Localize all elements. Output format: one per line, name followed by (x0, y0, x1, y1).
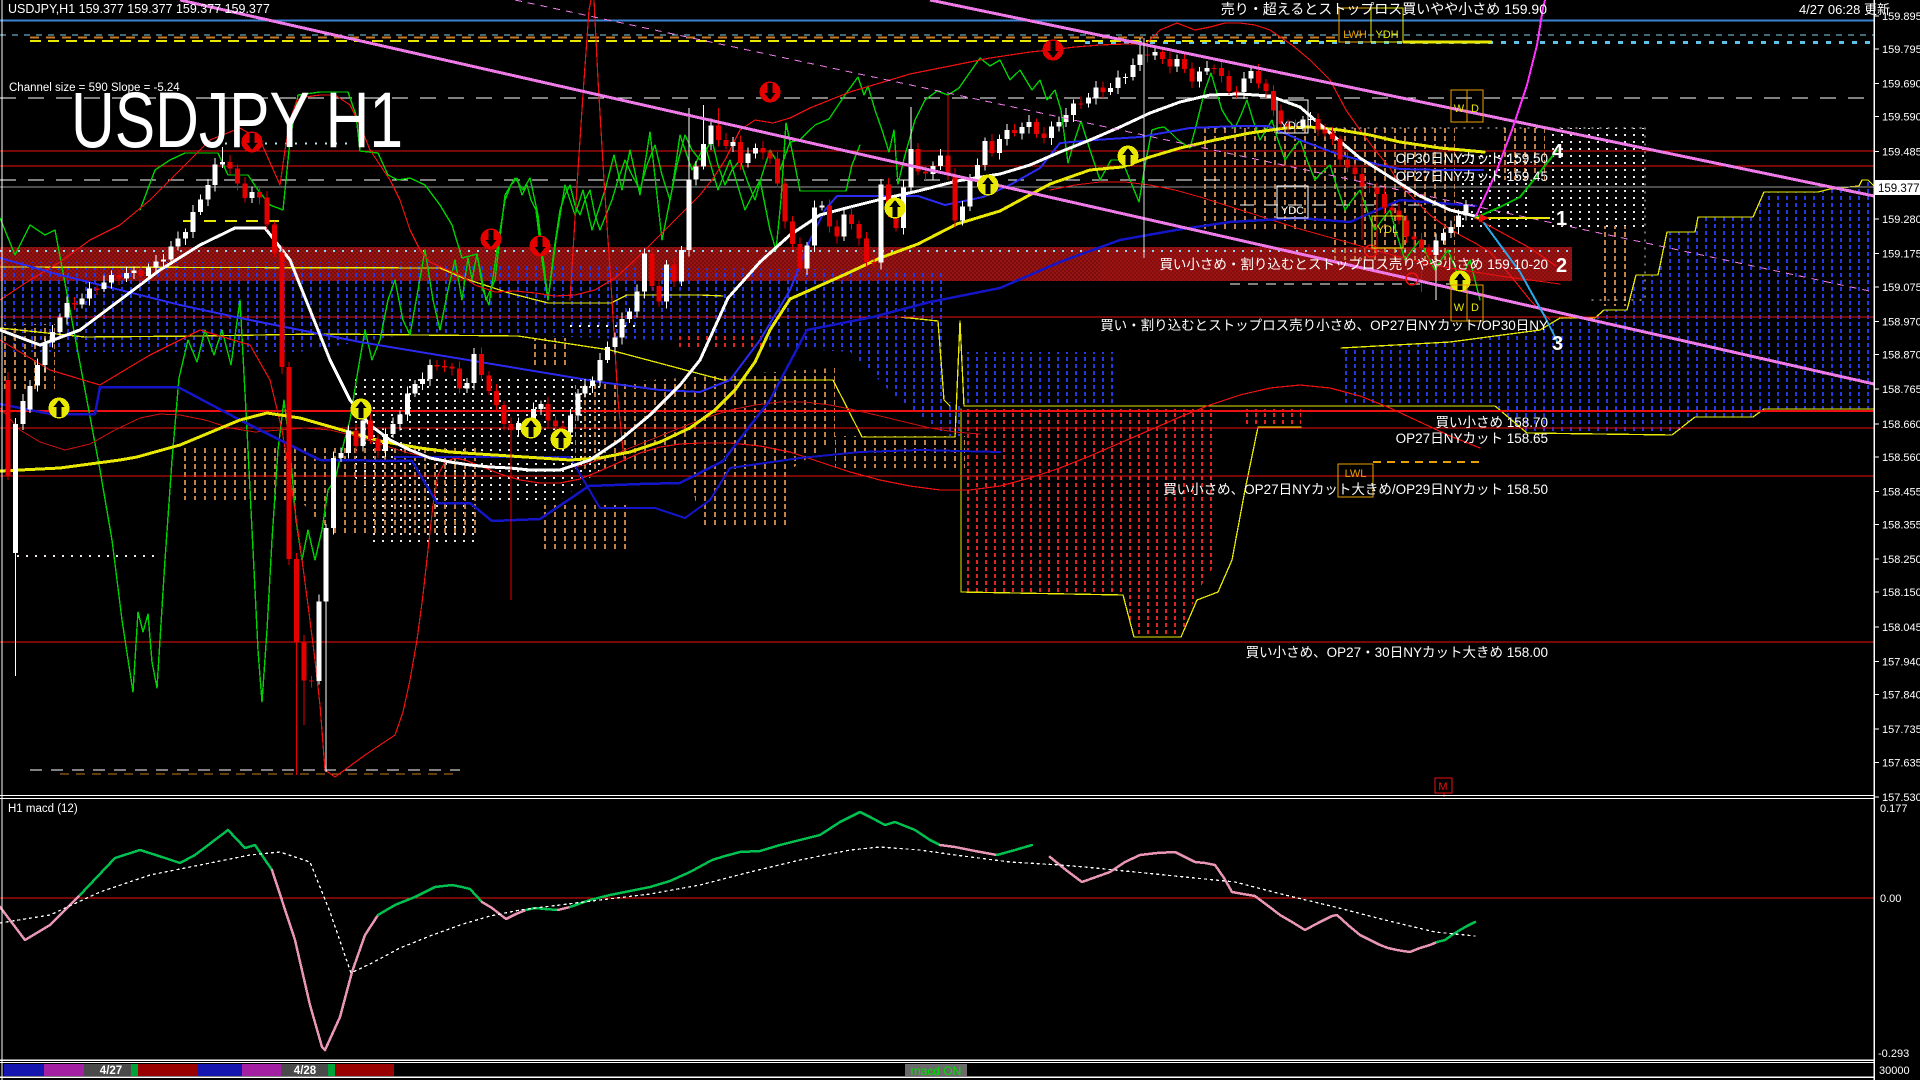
svg-text:2: 2 (1556, 255, 1567, 277)
svg-text:158.660: 158.660 (1882, 419, 1920, 431)
svg-text:159.795: 159.795 (1882, 44, 1920, 56)
svg-text:157.840: 157.840 (1882, 690, 1920, 702)
svg-text:買い小さめ・割り込むとストップロス売りやや小さめ 159.1: 買い小さめ・割り込むとストップロス売りやや小さめ 159.10-20 (1159, 256, 1548, 272)
svg-text:売り・超えるとストップロス買いやや小さめ 159.90: 売り・超えるとストップロス買いやや小さめ 159.90 (1221, 1, 1548, 17)
svg-text:LWL: LWL (1345, 468, 1367, 480)
svg-text:macd ON: macd ON (911, 1064, 962, 1078)
svg-text:買い小さめ、OP27・30日NYカット大きめ 158.00: 買い小さめ、OP27・30日NYカット大きめ 158.00 (1246, 645, 1548, 660)
svg-text:H1 macd (12): H1 macd (12) (8, 803, 78, 815)
svg-text:4/28: 4/28 (294, 1065, 317, 1077)
svg-text:0.00: 0.00 (1880, 893, 1901, 905)
svg-text:159.690: 159.690 (1882, 79, 1920, 91)
svg-text:158.455: 158.455 (1882, 487, 1920, 499)
svg-text:OP27日NYカット 158.65: OP27日NYカット 158.65 (1396, 431, 1548, 446)
svg-text:158.045: 158.045 (1882, 622, 1920, 634)
svg-text:158.355: 158.355 (1882, 520, 1920, 532)
svg-text:0.177: 0.177 (1880, 803, 1908, 815)
svg-text:OP30日NYカット 159.50: OP30日NYカット 159.50 (1396, 151, 1548, 166)
svg-text:YDL: YDL (1377, 224, 1398, 236)
svg-text:YDC: YDC (1281, 205, 1304, 217)
svg-text:M: M (1438, 781, 1447, 793)
svg-text:157.635: 157.635 (1882, 757, 1920, 769)
svg-text:159.075: 159.075 (1882, 282, 1920, 294)
svg-text:158.560: 158.560 (1882, 452, 1920, 464)
svg-text:買い・割り込むとストップロス売り小さめ、OP27日NYカット: 買い・割り込むとストップロス売り小さめ、OP27日NYカット/OP30日NY (1100, 317, 1548, 333)
svg-text:159.590: 159.590 (1882, 112, 1920, 124)
svg-text:4: 4 (1552, 141, 1564, 163)
svg-text:158.150: 158.150 (1882, 587, 1920, 599)
svg-text:158.250: 158.250 (1882, 554, 1920, 566)
svg-text:157.735: 157.735 (1882, 724, 1920, 736)
svg-text:158.870: 158.870 (1882, 350, 1920, 362)
svg-text:157.940: 157.940 (1882, 657, 1920, 669)
svg-text:LWH: LWH (1343, 29, 1367, 41)
svg-text:159.377: 159.377 (1878, 183, 1920, 195)
svg-text:4/27 06:28 更新: 4/27 06:28 更新 (1799, 2, 1890, 17)
svg-text:D: D (1471, 103, 1479, 115)
svg-text:W: W (1454, 103, 1465, 115)
svg-text:3: 3 (1552, 333, 1563, 355)
svg-text:159.280: 159.280 (1882, 214, 1920, 226)
svg-text:30000: 30000 (1879, 1065, 1910, 1077)
svg-text:買い小さめ 158.70: 買い小さめ 158.70 (1435, 415, 1548, 430)
svg-text:Channel size = 590 Slope = -5.: Channel size = 590 Slope = -5.24 (9, 82, 180, 94)
svg-text:YDO: YDO (1281, 120, 1305, 132)
svg-text:158.765: 158.765 (1882, 384, 1920, 396)
svg-text:158.970: 158.970 (1882, 316, 1920, 328)
svg-text:159.485: 159.485 (1882, 146, 1920, 158)
svg-text:買い小さめ、OP27日NYカット大きめ/OP29日NYカット: 買い小さめ、OP27日NYカット大きめ/OP29日NYカット 158.50 (1163, 482, 1548, 497)
svg-text:1: 1 (1556, 208, 1567, 230)
svg-text:4/27: 4/27 (100, 1065, 122, 1077)
svg-text:D: D (1471, 302, 1479, 314)
svg-text:159.175: 159.175 (1882, 249, 1920, 261)
svg-text:W: W (1454, 302, 1465, 314)
svg-text:YDH: YDH (1375, 29, 1398, 41)
svg-text:USDJPY,H1 159.377 159.377 159: USDJPY,H1 159.377 159.377 159.377 159.37… (8, 2, 270, 16)
svg-text:OP27日NYカット 159.45: OP27日NYカット 159.45 (1396, 169, 1548, 184)
svg-text:-0.293: -0.293 (1878, 1048, 1909, 1060)
